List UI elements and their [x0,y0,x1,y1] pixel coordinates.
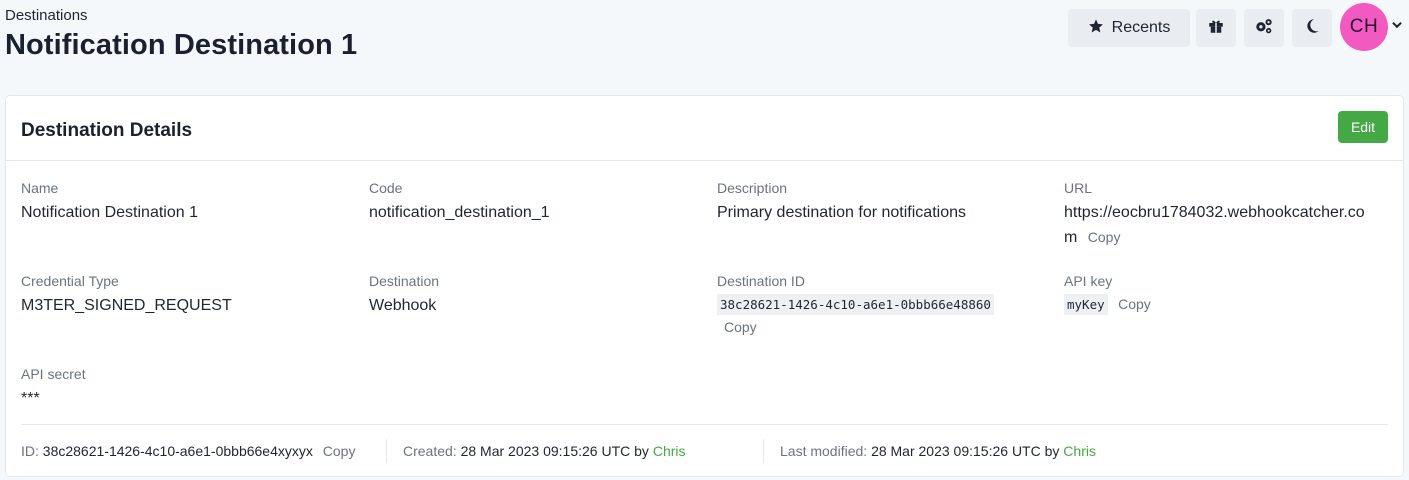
footer-separator [386,439,387,463]
field-api-key: API key myKey Copy [1064,273,1151,315]
url-value-line1: https://eocbru1784032.webhookcatcher.co [1064,204,1365,221]
copy-id-button[interactable]: Copy [323,443,356,459]
copy-url-button[interactable]: Copy [1088,229,1121,245]
star-icon [1088,18,1104,39]
footer-separator [763,439,764,463]
gift-icon [1207,17,1225,40]
recents-button[interactable]: Recents [1068,9,1190,47]
field-label: Description [717,180,788,196]
field-label: Code [369,180,403,196]
record-footer: ID: 38c28621-1426-4c10-a6e1-0bbb66e4xyxy… [21,443,355,459]
destination-id-value: 38c28621-1426-4c10-a6e1-0bbb66e48860 [717,294,994,315]
destination-details-card: Destination Details Edit Name Notificati… [5,95,1404,477]
field-label: API secret [21,366,86,382]
avatar[interactable]: CH [1340,3,1388,51]
modified-label: Last modified: [780,443,868,459]
id-value: 38c28621-1426-4c10-a6e1-0bbb66e4xyxyx [42,443,313,459]
field-api-secret: API secret *** [21,366,86,411]
settings-button[interactable] [1244,9,1284,47]
field-destination-id: Destination ID 38c28621-1426-4c10-a6e1-0… [717,273,994,337]
id-label: ID: [21,443,39,459]
field-label: URL [1064,180,1093,196]
card-title: Destination Details [21,120,193,141]
field-value: *** [21,390,40,407]
created-by-link[interactable]: Chris [653,443,686,459]
created-value: 28 Mar 2023 09:15:26 UTC by [460,443,649,459]
edit-button[interactable]: Edit [1338,111,1388,143]
moon-icon [1303,17,1321,40]
copy-destination-id-button[interactable]: Copy [724,319,757,335]
field-value: Webhook [369,297,437,314]
created-label: Created: [403,443,457,459]
field-label: Credential Type [21,273,119,289]
field-destination: Destination Webhook [369,273,439,318]
chevron-down-icon[interactable] [1390,18,1404,32]
field-url: URL https://eocbru1784032.webhookcatcher… [1064,180,1394,250]
footer-divider [21,424,1388,425]
field-label: Destination [369,273,440,289]
field-credential-type: Credential Type M3TER_SIGNED_REQUEST [21,273,232,318]
breadcrumb[interactable]: Destinations [5,7,88,24]
card-header: Destination Details Edit [6,96,1403,161]
api-key-value: myKey [1064,294,1108,315]
field-name: Name Notification Destination 1 [21,180,198,225]
modified-by-link[interactable]: Chris [1063,443,1096,459]
field-label: API key [1064,273,1113,289]
field-value: M3TER_SIGNED_REQUEST [21,297,232,314]
page-title: Notification Destination 1 [5,29,358,61]
gears-icon [1254,17,1274,40]
created-info: Created: 28 Mar 2023 09:15:26 UTC by Chr… [403,443,686,459]
field-value: notification_destination_1 [369,204,550,221]
top-bar: Destinations Notification Destination 1 … [0,0,1409,94]
field-code: Code notification_destination_1 [369,180,550,225]
field-value: Primary destination for notifications [717,204,966,221]
copy-api-key-button[interactable]: Copy [1118,296,1151,312]
theme-toggle-button[interactable] [1292,9,1332,47]
modified-value: 28 Mar 2023 09:15:26 UTC by [871,443,1060,459]
url-value-line2: m [1064,229,1078,246]
gift-button[interactable] [1196,9,1236,47]
field-description: Description Primary destination for noti… [717,180,966,225]
modified-info: Last modified: 28 Mar 2023 09:15:26 UTC … [780,443,1096,459]
recents-label: Recents [1111,19,1171,36]
field-label: Destination ID [717,273,805,289]
field-value: Notification Destination 1 [21,204,198,221]
field-label: Name [21,180,59,196]
